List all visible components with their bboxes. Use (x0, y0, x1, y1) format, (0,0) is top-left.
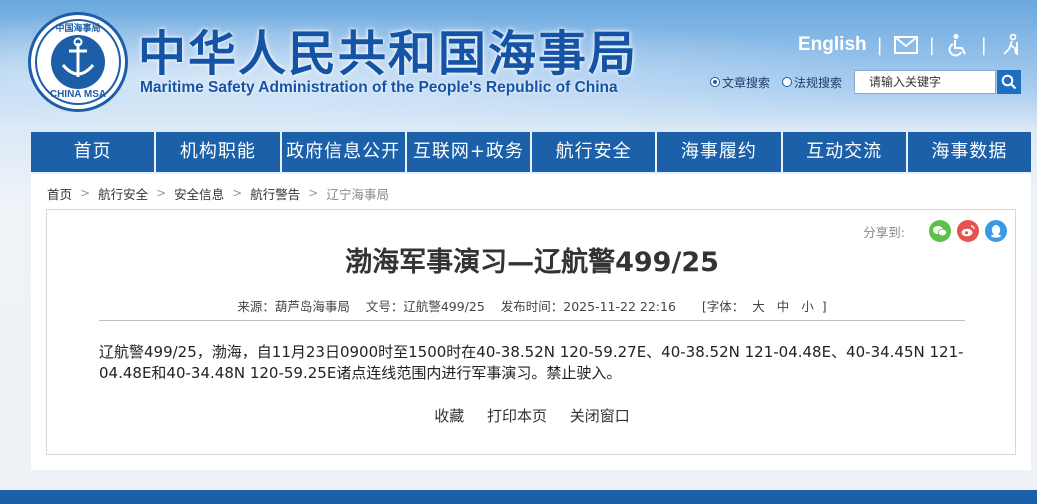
weibo-icon[interactable] (957, 220, 979, 242)
elderly-care-icon[interactable] (997, 33, 1023, 57)
radio-dot[interactable] (782, 77, 793, 87)
article-actions: 收藏 打印本页 关闭窗口 (47, 405, 1017, 426)
mail-icon[interactable] (893, 33, 919, 57)
search-input[interactable]: 请输入关键字 (854, 70, 997, 94)
logo-top-text: 中国海事局 (55, 24, 101, 34)
article-source: 来源：葫芦岛海事局 (237, 299, 350, 314)
radio-label: 文章搜索 (722, 75, 771, 90)
nav-item-functions[interactable]: 机构职能 (156, 132, 282, 172)
article-title: 渤海军事演习—辽航警499/25 (345, 247, 719, 278)
search-button[interactable] (997, 70, 1022, 94)
english-link[interactable]: English (798, 34, 867, 56)
wechat-icon[interactable] (929, 220, 951, 242)
nav-item-home[interactable]: 首页 (31, 132, 157, 172)
top-links: English | | | (798, 30, 1023, 60)
nav-item-compliance[interactable]: 海事履约 (657, 132, 783, 172)
breadcrumb-item[interactable]: 航行安全 (98, 184, 148, 203)
divider: | (928, 34, 935, 56)
font-size-label: [字体： (701, 299, 745, 314)
breadcrumb-item-current[interactable]: 辽宁海事局 (326, 184, 389, 203)
content-box: 首页 > 航行安全 > 安全信息 > 航行警告 > 辽宁海事局 分享到: 渤海军… (31, 174, 1031, 470)
radio-dot-selected[interactable] (710, 77, 720, 87)
close-window-link[interactable]: 关闭窗口 (570, 407, 630, 425)
font-size-small[interactable]: 小 (801, 299, 814, 314)
article-publish-time: 发布时间：2025-11-22 22:16 (500, 299, 676, 314)
header-banner: 中国海事局 CHINA MSA 中华人民共和国海事局 Maritime Safe… (0, 0, 1037, 130)
font-size-large[interactable]: 大 (752, 299, 765, 314)
divider: | (980, 34, 987, 56)
favorite-link[interactable]: 收藏 (434, 407, 464, 425)
title-divider (99, 320, 965, 321)
breadcrumb-item[interactable]: 首页 (47, 184, 72, 203)
radio-label: 法规搜索 (794, 75, 843, 90)
breadcrumb-separator: > (80, 186, 91, 200)
nav-item-data[interactable]: 海事数据 (908, 132, 1031, 172)
site-subtitle: Maritime Safety Administration of the Pe… (140, 79, 618, 96)
share-label: 分享到: (863, 224, 905, 240)
nav-item-interaction[interactable]: 互动交流 (783, 132, 908, 172)
breadcrumb-separator: > (156, 186, 167, 200)
nav-item-navigation-safety[interactable]: 航行安全 (532, 132, 658, 172)
search-icon (1001, 74, 1017, 90)
divider: | (876, 34, 883, 56)
search-row: 文章搜索 法规搜索 请输入关键字 (710, 70, 1022, 94)
accessibility-icon[interactable] (945, 33, 971, 57)
article-body: 辽航警499/25，渤海，自11月23日0900时至1500时在40-38.52… (99, 343, 964, 382)
breadcrumb-item[interactable]: 航行警告 (250, 184, 300, 203)
breadcrumb-separator: > (232, 186, 243, 200)
breadcrumb-separator: > (308, 186, 319, 200)
logo-bottom-text: CHINA MSA (49, 89, 107, 100)
main-nav: 首页 机构职能 政府信息公开 互联网+政务 航行安全 海事履约 互动交流 海事数… (31, 132, 1031, 172)
site-title: 中华人民共和国海事局 (138, 26, 639, 82)
msa-logo[interactable]: 中国海事局 CHINA MSA (28, 12, 128, 112)
radio-regulation-search[interactable]: 法规搜索 (782, 74, 842, 91)
nav-item-internet-gov[interactable]: 互联网+政务 (407, 132, 532, 172)
print-link[interactable]: 打印本页 (487, 407, 547, 425)
article-meta: 来源：葫芦岛海事局 文号：辽航警499/25 发布时间：2025-11-22 2… (47, 296, 1017, 315)
font-size-medium[interactable]: 中 (777, 299, 790, 314)
footer-bar (0, 490, 1037, 504)
qq-icon[interactable] (985, 220, 1007, 242)
font-size-bracket: ] (821, 299, 827, 314)
article-panel: 分享到: 渤海军事演习—辽航警499/25 来源：葫芦岛海事局 文号：辽航警49… (46, 209, 1016, 455)
breadcrumb: 首页 > 航行安全 > 安全信息 > 航行警告 > 辽宁海事局 (47, 184, 389, 202)
share-bar: 分享到: (863, 220, 1007, 242)
article-doc-number: 文号：辽航警499/25 (365, 299, 485, 314)
nav-item-gov-info[interactable]: 政府信息公开 (282, 132, 407, 172)
radio-article-search[interactable]: 文章搜索 (710, 74, 770, 91)
breadcrumb-item[interactable]: 安全信息 (174, 184, 224, 203)
